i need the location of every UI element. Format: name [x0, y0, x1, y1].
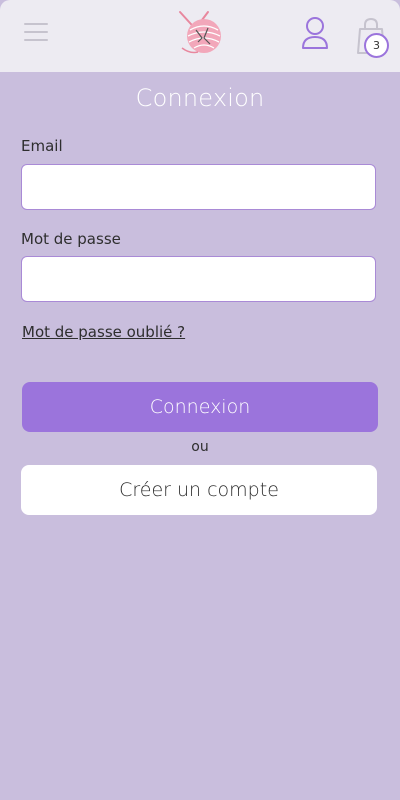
yarn-ball-logo-icon[interactable] — [174, 8, 228, 56]
user-account-icon[interactable] — [300, 15, 330, 51]
page-title: Connexion — [135, 84, 265, 112]
app-header: 3 — [0, 0, 400, 72]
login-button[interactable]: Connexion — [22, 382, 378, 432]
cart-count-badge[interactable]: 3 — [364, 33, 389, 58]
email-field[interactable] — [21, 164, 376, 210]
password-label: Mot de passe — [21, 230, 121, 248]
hamburger-menu-icon[interactable] — [24, 20, 50, 44]
create-account-button[interactable]: Créer un compte — [21, 465, 377, 515]
or-separator-text: ou — [191, 439, 209, 455]
forgot-password-link[interactable]: Mot de passe oublié ? — [22, 323, 185, 341]
email-label: Email — [21, 137, 63, 155]
password-field[interactable] — [21, 256, 376, 302]
